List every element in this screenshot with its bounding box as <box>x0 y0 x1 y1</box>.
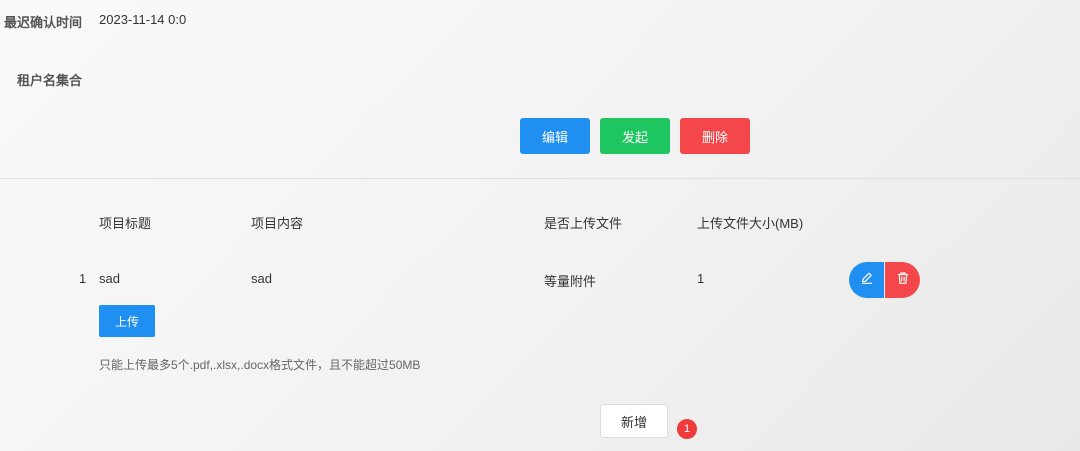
upload-hint: 只能上传最多5个.pdf,.xlsx,.docx格式文件，且不能超过50MB <box>99 358 421 372</box>
row-action-group <box>849 262 920 298</box>
launch-button[interactable]: 发起 <box>600 118 670 154</box>
count-badge: 1 <box>677 419 697 439</box>
upload-button[interactable]: 上传 <box>99 305 155 337</box>
row-upload-type: 等量附件 <box>544 274 597 289</box>
row-title: sad <box>99 271 120 286</box>
row-delete-button[interactable] <box>885 262 920 298</box>
confirm-time-label: 最迟确认时间 <box>4 15 83 30</box>
edit-button[interactable]: 编辑 <box>520 118 590 154</box>
row-edit-button[interactable] <box>849 262 884 298</box>
row-index: 1 <box>79 271 87 286</box>
trash-icon <box>896 271 910 290</box>
row-size: 1 <box>697 271 705 286</box>
tenant-set-label: 租户名集合 <box>17 73 83 88</box>
add-button[interactable]: 新增 <box>600 404 668 438</box>
confirm-time-value: 2023-11-14 0:0 <box>99 12 187 27</box>
row-content: sad <box>251 271 272 286</box>
header-upload-size: 上传文件大小(MB) <box>697 216 804 231</box>
header-project-title: 项目标题 <box>99 216 152 231</box>
section-divider <box>0 178 1080 179</box>
pencil-icon <box>860 271 874 290</box>
delete-button[interactable]: 删除 <box>680 118 750 154</box>
header-upload-required: 是否上传文件 <box>544 216 623 231</box>
header-project-content: 项目内容 <box>251 216 304 231</box>
